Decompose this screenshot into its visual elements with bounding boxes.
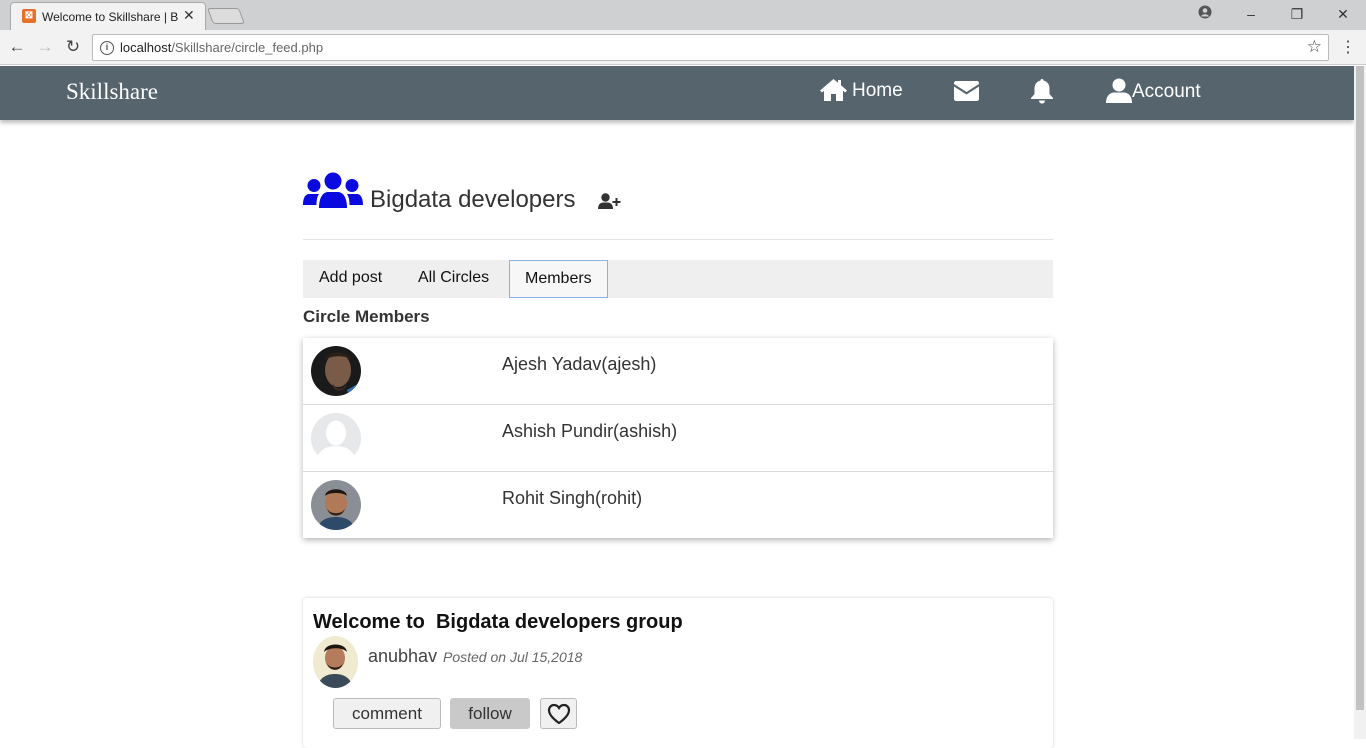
nav-home[interactable]: Home — [819, 78, 903, 102]
minimize-icon[interactable]: – — [1240, 4, 1262, 24]
follow-button[interactable]: follow — [450, 698, 530, 729]
heart-icon — [547, 703, 570, 725]
new-tab-button[interactable] — [207, 8, 245, 24]
reload-icon[interactable]: ↻ — [62, 36, 84, 58]
members-heading: Circle Members — [303, 307, 430, 326]
group-users-icon — [303, 172, 363, 208]
scrollbar-thumb[interactable] — [1356, 66, 1364, 710]
member-name[interactable]: Ashish Pundir(ashish) — [502, 421, 677, 442]
member-name[interactable]: Ajesh Yadav(ajesh) — [502, 354, 656, 375]
profile-icon[interactable] — [1194, 4, 1216, 24]
address-bar[interactable]: i localhost/Skillshare/circle_feed.php ☆ — [92, 34, 1329, 61]
post-author[interactable]: anubhav — [368, 646, 437, 667]
home-icon — [820, 79, 847, 101]
member-name[interactable]: Rohit Singh(rohit) — [502, 488, 642, 509]
info-icon[interactable]: i — [100, 41, 114, 55]
bookmark-star-icon[interactable]: ☆ — [1307, 37, 1322, 57]
nav-account-label: Account — [1132, 81, 1201, 102]
xampp-favicon-icon: ⊠ — [22, 9, 36, 23]
browser-toolbar: ← → ↻ i localhost/Skillshare/circle_feed… — [0, 30, 1366, 65]
back-arrow-icon[interactable]: ← — [6, 36, 28, 58]
nav-home-label: Home — [852, 80, 903, 101]
envelope-icon — [954, 81, 979, 101]
browser-menu-icon[interactable]: ⋮ — [1340, 37, 1356, 57]
post-title: Welcome to Bigdata developers group — [313, 611, 683, 633]
user-icon — [1106, 78, 1132, 103]
avatar[interactable] — [311, 346, 361, 396]
tab-members[interactable]: Members — [509, 260, 608, 298]
nav-account[interactable]: Account — [1106, 78, 1201, 103]
nav-messages[interactable] — [953, 81, 980, 101]
comment-button[interactable]: comment — [333, 698, 441, 729]
members-list: Ajesh Yadav(ajesh) Ashish Pundir(ashish)… — [303, 338, 1053, 538]
close-window-icon[interactable]: ✕ — [1332, 4, 1354, 24]
browser-tab-bar: ⊠ Welcome to Skillshare | B ✕ – ❐ ✕ — [0, 0, 1366, 30]
avatar[interactable] — [311, 480, 361, 530]
restore-icon[interactable]: ❐ — [1286, 4, 1308, 24]
browser-tab[interactable]: ⊠ Welcome to Skillshare | B ✕ — [10, 2, 206, 30]
site-navbar: Skillshare Home Account — [0, 66, 1354, 120]
circle-tabs: Add post All Circles Members — [303, 260, 1053, 298]
tab-add-post[interactable]: Add post — [304, 260, 397, 298]
browser-tab-title: Welcome to Skillshare | B — [42, 10, 179, 24]
brand-logo[interactable]: Skillshare — [66, 79, 158, 105]
avatar[interactable] — [311, 413, 361, 463]
member-row[interactable]: Rohit Singh(rohit) — [303, 472, 1053, 539]
url-text: localhost/Skillshare/circle_feed.php — [120, 40, 324, 55]
close-tab-icon[interactable]: ✕ — [183, 7, 195, 24]
circle-title: Bigdata developers — [370, 186, 576, 213]
add-member-icon[interactable] — [598, 193, 622, 209]
circle-header: Bigdata developers — [303, 172, 1053, 240]
author-avatar[interactable] — [313, 636, 358, 688]
forward-arrow-icon[interactable]: → — [34, 36, 56, 58]
bell-icon — [1031, 79, 1053, 104]
nav-notifications[interactable] — [1030, 78, 1054, 104]
page-scrollbar[interactable] — [1354, 66, 1366, 739]
post-date: Posted on Jul 15,2018 — [443, 649, 583, 665]
tab-all-circles[interactable]: All Circles — [403, 260, 504, 298]
member-row[interactable]: Ajesh Yadav(ajesh) — [303, 338, 1053, 405]
member-row[interactable]: Ashish Pundir(ashish) — [303, 405, 1053, 472]
like-button[interactable] — [540, 698, 577, 729]
post-card: Welcome to Bigdata developers group anub… — [303, 598, 1053, 748]
